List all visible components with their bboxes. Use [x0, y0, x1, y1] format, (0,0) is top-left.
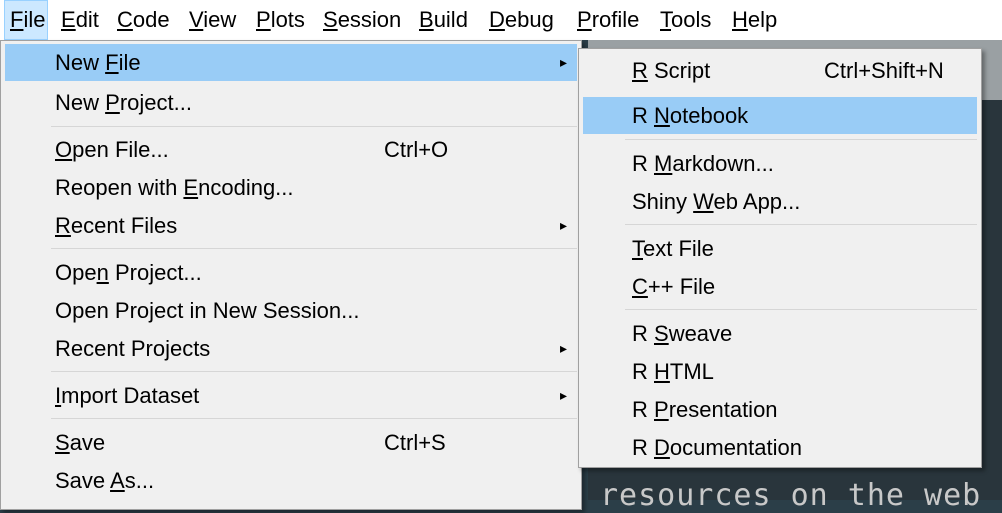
menu-item-new-project[interactable]: New Project... [5, 84, 577, 121]
menu-build[interactable]: Build [419, 0, 468, 40]
menu-item-label: Open Project in New Session... [55, 298, 360, 323]
menu-item-new-file[interactable]: New File ▸ [5, 44, 577, 81]
menu-debug[interactable]: Debug [489, 0, 554, 40]
menu-session[interactable]: Session [323, 0, 401, 40]
menu-bar: File Edit Code View Plots Session Build … [0, 0, 1002, 40]
submenu-item-text-file[interactable]: Text File [583, 230, 977, 267]
menu-separator [51, 418, 577, 419]
menu-item-label: Recent Files [55, 213, 178, 238]
menu-item-label: Recent Projects [55, 336, 211, 361]
menu-item-label: R HTML [632, 359, 714, 384]
menu-separator [625, 139, 977, 140]
menu-separator [51, 126, 577, 127]
menu-separator [625, 224, 977, 225]
menu-item-label: Save As... [55, 468, 155, 493]
menu-item-save[interactable]: Save Ctrl+S [5, 424, 577, 461]
submenu-item-r-notebook[interactable]: R Notebook [583, 97, 977, 134]
menu-item-label: R Notebook [632, 103, 749, 128]
submenu-item-r-markdown[interactable]: R Markdown... [583, 145, 977, 182]
menu-item-label: Open Project... [55, 260, 202, 285]
submenu-item-cpp-file[interactable]: C++ File [583, 268, 977, 305]
menu-item-open-file[interactable]: Open File... Ctrl+O [5, 131, 577, 168]
menu-tools[interactable]: Tools [660, 0, 711, 40]
menu-item-open-project[interactable]: Open Project... [5, 254, 577, 291]
menu-item-label: R Documentation [632, 435, 802, 460]
menu-help[interactable]: Help [732, 0, 777, 40]
shortcut-label: Ctrl+S [384, 430, 446, 455]
menu-item-save-as[interactable]: Save As... [5, 462, 577, 499]
menu-item-label: Import Dataset [55, 383, 200, 408]
menu-view[interactable]: View [189, 0, 236, 40]
submenu-arrow-icon: ▸ [559, 217, 567, 233]
menu-code[interactable]: Code [117, 0, 170, 40]
menu-separator [51, 371, 577, 372]
menu-separator [51, 248, 577, 249]
shortcut-label: Ctrl+Shift+N [824, 58, 944, 83]
submenu-item-r-sweave[interactable]: R Sweave [583, 315, 977, 352]
menu-item-label: Save [55, 430, 106, 455]
submenu-arrow-icon: ▸ [559, 387, 567, 403]
menu-item-label: Reopen with Encoding... [55, 175, 294, 200]
menu-item-label: Text File [632, 236, 714, 261]
menu-profile[interactable]: Profile [577, 0, 639, 40]
menu-item-label: R Presentation [632, 397, 778, 422]
menu-item-label: R Script [632, 58, 711, 83]
new-file-submenu: R Script Ctrl+Shift+N R Notebook R Markd… [578, 48, 982, 468]
menu-item-label: R Sweave [632, 321, 733, 346]
submenu-item-r-script[interactable]: R Script Ctrl+Shift+N [583, 52, 977, 89]
submenu-arrow-icon: ▸ [559, 340, 567, 356]
menu-item-recent-projects[interactable]: Recent Projects ▸ [5, 330, 577, 367]
menu-item-reopen-with-encoding[interactable]: Reopen with Encoding... [5, 169, 577, 206]
submenu-arrow-icon: ▸ [559, 54, 567, 70]
menu-item-label: C++ File [632, 274, 716, 299]
submenu-item-r-html[interactable]: R HTML [583, 353, 977, 390]
menu-item-label: Open File... [55, 137, 169, 162]
menu-item-import-dataset[interactable]: Import Dataset ▸ [5, 377, 577, 414]
editor-text: resources on the web [600, 478, 982, 513]
submenu-item-r-documentation[interactable]: R Documentation [583, 429, 977, 466]
menu-item-label: Shiny Web App... [632, 189, 801, 214]
menu-item-label: New Project... [55, 90, 192, 115]
menu-plots[interactable]: Plots [256, 0, 305, 40]
file-menu-dropdown: New File ▸ New Project... Open File... C… [0, 40, 582, 510]
menu-item-recent-files[interactable]: Recent Files ▸ [5, 207, 577, 244]
submenu-item-shiny-web-app[interactable]: Shiny Web App... [583, 183, 977, 220]
menu-edit[interactable]: Edit [61, 0, 99, 40]
shortcut-label: Ctrl+O [384, 137, 449, 162]
menu-item-label: R Markdown... [632, 151, 774, 176]
menu-item-open-project-new-session[interactable]: Open Project in New Session... [5, 292, 577, 329]
menu-file[interactable]: File [4, 0, 48, 40]
menu-separator [625, 309, 977, 310]
submenu-item-r-presentation[interactable]: R Presentation [583, 391, 977, 428]
menu-item-label: New File [55, 50, 141, 75]
